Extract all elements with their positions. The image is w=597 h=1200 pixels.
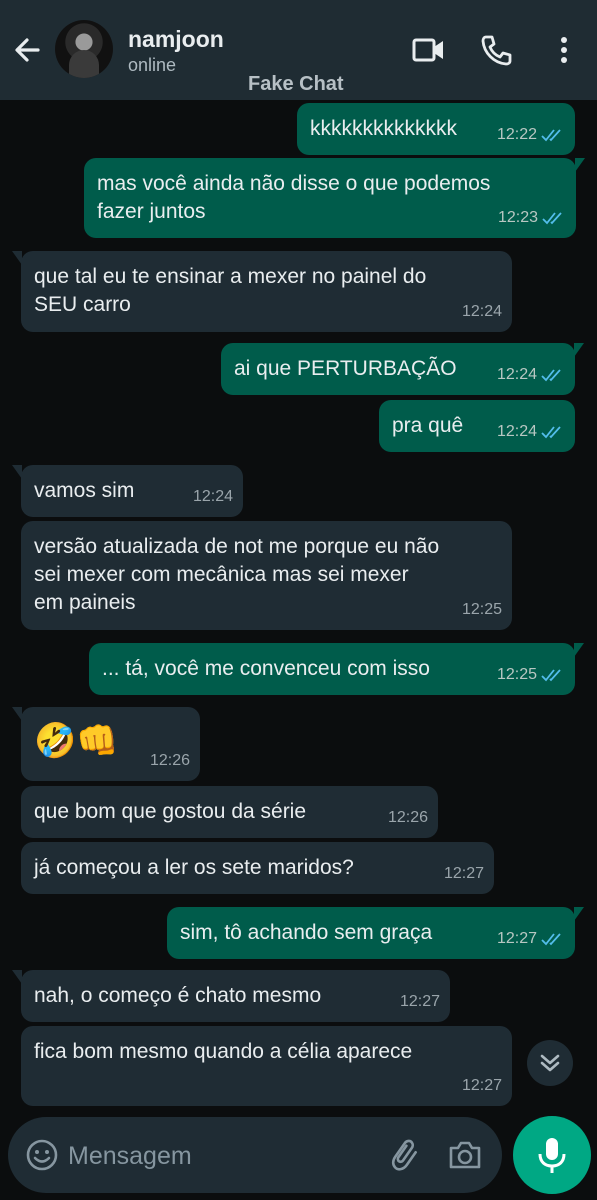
message-time: 12:27 bbox=[496, 930, 537, 947]
message-meta: 12:24 bbox=[497, 361, 565, 389]
kebab-menu-icon bbox=[561, 37, 567, 63]
message-text: mas você ainda não disse o que podemos fa… bbox=[97, 172, 491, 223]
voice-message-button[interactable] bbox=[513, 1116, 591, 1194]
emoji-message: 🤣👊 bbox=[34, 722, 119, 760]
message-time: 12:23 bbox=[497, 209, 538, 226]
message-text: nah, o começo é chato mesmo bbox=[34, 984, 322, 1007]
back-button[interactable] bbox=[8, 30, 48, 70]
message-bubble-outgoing[interactable]: kkkkkkkkkkkkkk 12:22 bbox=[297, 103, 575, 155]
message-text: kkkkkkkkkkkkkk bbox=[310, 117, 457, 140]
message-time: 12:24 bbox=[496, 366, 537, 383]
emoji-icon bbox=[26, 1139, 58, 1171]
message-bubble-incoming[interactable]: fica bom mesmo quando a célia aparece 12… bbox=[21, 1026, 512, 1106]
message-bubble-outgoing[interactable]: sim, tô achando sem graça 12:27 bbox=[167, 907, 584, 959]
message-time: 12:25 bbox=[496, 666, 537, 683]
message-text: vamos sim bbox=[34, 479, 135, 502]
message-text: que bom que gostou da série bbox=[34, 800, 307, 823]
voice-call-button[interactable] bbox=[476, 30, 516, 70]
double-check-icon bbox=[541, 669, 561, 682]
double-check-icon bbox=[542, 212, 562, 225]
double-check-icon bbox=[541, 129, 561, 142]
message-bubble-outgoing[interactable]: ... tá, você me convenceu com isso 12:25 bbox=[89, 643, 584, 695]
message-time: 12:27 bbox=[443, 865, 484, 882]
message-bubble-incoming[interactable]: que tal eu te ensinar a mexer no painel … bbox=[12, 251, 512, 332]
message-bubble-incoming[interactable]: nah, o começo é chato mesmo 12:27 bbox=[12, 970, 450, 1022]
message-text: sim, tô achando sem graça bbox=[180, 921, 433, 944]
message-text: ... tá, você me convenceu com isso bbox=[102, 657, 430, 680]
message-meta: 12:22 bbox=[497, 121, 565, 149]
scroll-to-bottom-button[interactable] bbox=[527, 1040, 573, 1086]
message-meta: 12:27 bbox=[497, 925, 565, 953]
contact-name[interactable]: namjoon bbox=[128, 26, 224, 53]
message-time: 12:27 bbox=[399, 993, 440, 1010]
camera-button[interactable] bbox=[446, 1137, 484, 1178]
message-bubble-incoming[interactable]: já começou a ler os sete maridos? 12:27 bbox=[21, 842, 494, 894]
message-text: pra quê bbox=[392, 414, 464, 437]
message-input-placeholder[interactable]: Mensagem bbox=[68, 1142, 192, 1171]
message-time: 12:25 bbox=[461, 601, 502, 618]
double-check-icon bbox=[541, 369, 561, 382]
message-text: fica bom mesmo quando a célia aparece bbox=[34, 1040, 413, 1063]
message-bubble-outgoing[interactable]: pra quê 12:24 bbox=[379, 400, 575, 452]
phone-icon bbox=[481, 35, 512, 66]
message-time: 12:22 bbox=[496, 126, 537, 143]
message-bubble-incoming[interactable]: vamos sim 12:24 bbox=[12, 465, 243, 517]
attach-button[interactable] bbox=[388, 1137, 424, 1178]
message-time: 12:24 bbox=[496, 423, 537, 440]
emoji-button[interactable] bbox=[24, 1137, 60, 1178]
message-time: 12:26 bbox=[149, 752, 190, 769]
message-bubble-outgoing[interactable]: ai que PERTURBAÇÃO 12:24 bbox=[221, 343, 584, 395]
double-check-icon bbox=[541, 933, 561, 946]
double-chevron-down-icon bbox=[540, 1054, 560, 1072]
message-text: versão atualizada de not me porque eu nã… bbox=[34, 535, 440, 614]
message-bubble-incoming[interactable]: versão atualizada de not me porque eu nã… bbox=[21, 521, 512, 630]
contact-status: online bbox=[128, 55, 177, 75]
camera-icon bbox=[449, 1141, 481, 1169]
message-time: 12:24 bbox=[192, 488, 233, 505]
double-check-icon bbox=[541, 426, 561, 439]
message-time: 12:27 bbox=[461, 1077, 502, 1094]
microphone-icon bbox=[538, 1138, 566, 1173]
message-bubble-incoming[interactable]: que bom que gostou da série 12:26 bbox=[21, 786, 438, 838]
message-meta: 12:24 bbox=[497, 418, 565, 446]
menu-button[interactable] bbox=[544, 30, 584, 70]
arrow-left-icon bbox=[15, 38, 40, 62]
message-text: ai que PERTURBAÇÃO bbox=[234, 357, 457, 380]
message-text: que tal eu te ensinar a mexer no painel … bbox=[34, 265, 427, 316]
message-meta: 12:25 bbox=[497, 661, 565, 689]
avatar[interactable] bbox=[55, 20, 113, 78]
video-camera-icon bbox=[412, 38, 443, 62]
paperclip-icon bbox=[391, 1139, 417, 1171]
message-time: 12:26 bbox=[387, 809, 428, 826]
message-meta: 12:23 bbox=[498, 204, 566, 232]
message-bubble-outgoing[interactable]: mas você ainda não disse o que podemos fa… bbox=[84, 158, 585, 238]
message-bubble-incoming[interactable]: 🤣👊 12:26 bbox=[12, 707, 200, 781]
message-text: já começou a ler os sete maridos? bbox=[34, 856, 354, 879]
video-call-button[interactable] bbox=[408, 30, 448, 70]
watermark: Fake Chat bbox=[248, 73, 344, 95]
message-time: 12:24 bbox=[461, 303, 502, 320]
